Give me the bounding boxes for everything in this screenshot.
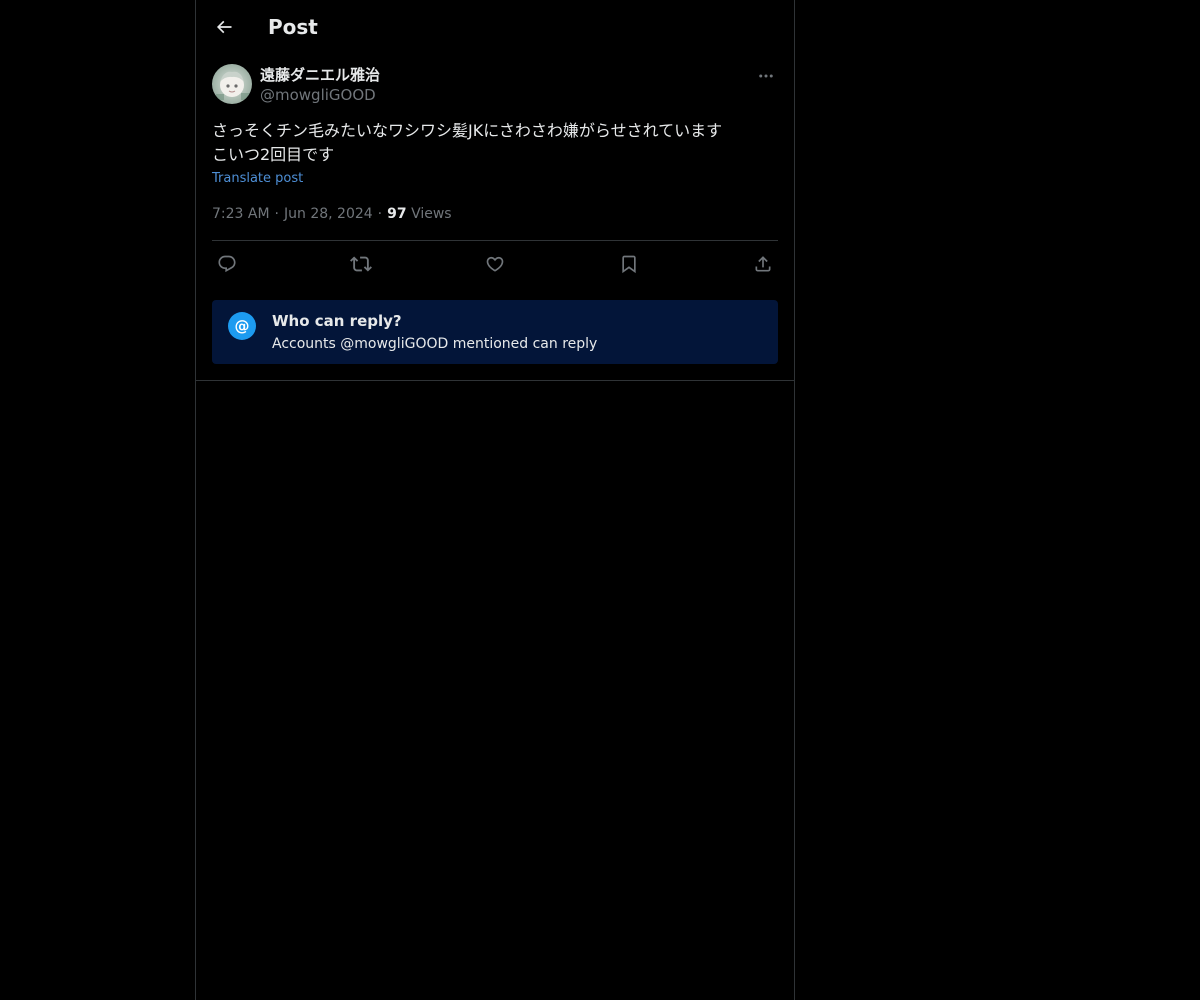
post-date[interactable]: Jun 28, 2024 <box>284 206 373 222</box>
avatar[interactable] <box>212 64 252 104</box>
reply-button[interactable] <box>212 252 242 276</box>
views-count: 97 <box>387 206 407 222</box>
post-time[interactable]: 7:23 AM <box>212 206 270 222</box>
arrow-left-icon <box>216 20 232 34</box>
share-button[interactable] <box>748 252 778 276</box>
author-display-name[interactable]: 遠藤ダニエル雅治 <box>260 65 380 85</box>
translate-post-link[interactable]: Translate post <box>212 170 303 188</box>
avatar-image <box>212 64 252 104</box>
back-button[interactable] <box>208 11 240 43</box>
heart-icon <box>486 256 504 272</box>
who-can-reply-card: @ Who can reply? Accounts @mowgliGOOD me… <box>212 300 778 364</box>
views-label: Views <box>411 206 452 222</box>
bookmark-icon <box>622 255 636 274</box>
reply-icon <box>218 255 236 273</box>
more-horizontal-icon <box>759 74 773 78</box>
divider <box>212 240 778 241</box>
who-can-reply-title: Who can reply? <box>272 312 402 330</box>
repost-button[interactable] <box>346 252 376 276</box>
page-title: Post <box>268 15 318 39</box>
main-column: Post 遠藤ダニエル雅治 @mowgliGOOD さっそくチン毛みたいなワシワ… <box>195 0 795 1000</box>
who-can-reply-description: Accounts @mowgliGOOD mentioned can reply <box>272 336 598 352</box>
section-divider <box>196 380 794 381</box>
share-icon <box>755 256 771 272</box>
page-header: Post <box>196 0 794 54</box>
author-handle[interactable]: @mowgliGOOD <box>260 85 376 105</box>
more-options-button[interactable] <box>754 64 778 88</box>
repost-icon <box>350 256 372 272</box>
meta-separator: · <box>377 206 383 222</box>
post-meta: 7:23 AM · Jun 28, 2024 · 97 Views <box>212 204 452 224</box>
bookmark-button[interactable] <box>614 252 644 276</box>
post-text: さっそくチン毛みたいなワシワシ髪JKにさわさわ嫌がらせされています こいつ2回目… <box>212 121 723 164</box>
post-actions <box>212 252 778 276</box>
mention-icon: @ <box>228 312 256 340</box>
like-button[interactable] <box>480 252 510 276</box>
meta-separator: · <box>274 206 279 222</box>
